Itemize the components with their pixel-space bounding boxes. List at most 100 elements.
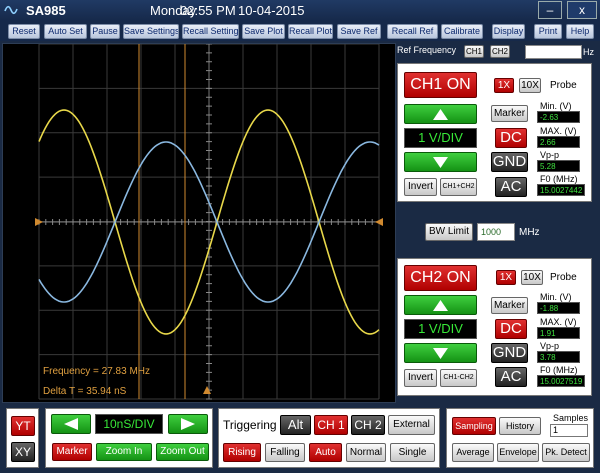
time-label: 02:55 PM: [180, 3, 236, 18]
ch2-dc-button[interactable]: DC: [495, 319, 527, 339]
ch2-vdiv-display: 1 V/DIV: [404, 319, 477, 339]
ch2-f0-value: 15.0027519: [537, 375, 585, 387]
ch1-vdiv-display: 1 V/DIV: [404, 128, 477, 148]
save-settings-button[interactable]: Save Settings: [123, 24, 179, 39]
recall-plot-button[interactable]: Recall Plot: [288, 24, 333, 39]
app-title: SA985: [26, 3, 66, 18]
auto-set-button[interactable]: Auto Set: [44, 24, 87, 39]
ch2-marker-button[interactable]: Marker: [491, 297, 528, 314]
ch1-max-label: MAX. (V): [540, 126, 577, 136]
ch1-on-button[interactable]: CH1 ON: [404, 72, 477, 98]
ref-frequency-label: Ref Frequency: [397, 45, 457, 55]
trigger-external-button[interactable]: External: [388, 415, 435, 435]
arrow-up-icon: [433, 300, 448, 311]
arrow-up-icon: [433, 109, 448, 120]
help-button[interactable]: Help: [566, 24, 594, 39]
ch2-ac-button[interactable]: AC: [495, 367, 527, 387]
recall-ref-button[interactable]: Recall Ref: [387, 24, 438, 39]
ch2-on-button[interactable]: CH2 ON: [404, 265, 477, 291]
arrow-down-icon: [433, 157, 448, 168]
ch1-probe-10x-button[interactable]: 10X: [519, 78, 541, 93]
bw-limit-button[interactable]: BW Limit: [425, 223, 473, 241]
ch2-max-label: MAX. (V): [540, 317, 577, 327]
close-button[interactable]: x: [567, 1, 597, 19]
xy-mode-button[interactable]: XY: [11, 442, 35, 462]
ref-ch1-button[interactable]: CH1: [464, 45, 484, 58]
ch1-vdiv-down-button[interactable]: [404, 152, 477, 172]
ch1-dc-button[interactable]: DC: [495, 128, 527, 148]
triggering-label: Triggering: [223, 418, 277, 432]
ch2-max-value: 1.91: [537, 327, 580, 339]
delta-t-readout: Delta T = 35.94 nS: [43, 386, 127, 397]
arrow-right-icon: [181, 418, 195, 430]
time-marker-button[interactable]: Marker: [52, 443, 92, 461]
ch1-vdiv-up-button[interactable]: [404, 104, 477, 124]
ch2-invert-button[interactable]: Invert: [404, 369, 437, 387]
samples-label: Samples: [553, 413, 589, 423]
pk-detect-button[interactable]: Pk. Detect: [542, 443, 590, 462]
save-ref-button[interactable]: Save Ref: [337, 24, 381, 39]
ch1-vpp-value: 5.28: [537, 160, 580, 172]
samples-input[interactable]: 1: [550, 424, 588, 437]
display-button[interactable]: Display: [492, 24, 525, 39]
ch2-probe-10x-button[interactable]: 10X: [521, 270, 543, 285]
ch1-probe-label: Probe: [550, 80, 577, 91]
ref-frequency-unit: Hz: [583, 47, 594, 57]
ch2-probe-1x-button[interactable]: 1X: [496, 270, 516, 285]
ch2-probe-label: Probe: [550, 272, 577, 283]
history-button[interactable]: History: [499, 417, 541, 435]
scope-display[interactable]: Frequency = 27.83 MHz Delta T = 35.94 nS: [2, 43, 396, 403]
minimize-button[interactable]: –: [538, 1, 562, 19]
ch2-vdiv-down-button[interactable]: [404, 343, 477, 363]
ref-ch2-button[interactable]: CH2: [490, 45, 510, 58]
trigger-ch2-button[interactable]: CH 2: [351, 415, 385, 435]
trigger-ch1-button[interactable]: CH 1: [314, 415, 348, 435]
timebase-display: 10nS/DIV: [95, 414, 163, 434]
ch1-probe-1x-button[interactable]: 1X: [494, 78, 514, 93]
trigger-rising-button[interactable]: Rising: [223, 443, 261, 462]
reset-button[interactable]: Reset: [8, 24, 40, 39]
ref-frequency-input[interactable]: [525, 45, 582, 59]
timebase-right-button[interactable]: [168, 414, 208, 434]
ch2-vpp-label: Vp-p: [540, 341, 560, 351]
ch1-f0-value: 15.0027442: [537, 184, 585, 196]
app-logo-icon: [4, 5, 18, 15]
zoom-in-button[interactable]: Zoom In: [96, 443, 152, 461]
trigger-single-button[interactable]: Single: [390, 443, 435, 462]
ch1-marker-button[interactable]: Marker: [491, 105, 528, 122]
arrow-left-icon: [64, 418, 78, 430]
bw-limit-input[interactable]: 1000: [477, 223, 515, 241]
zoom-out-button[interactable]: Zoom Out: [156, 443, 209, 461]
trigger-auto-button[interactable]: Auto: [309, 443, 342, 462]
ch2-vdiv-up-button[interactable]: [404, 295, 477, 315]
sampling-button[interactable]: Sampling: [452, 417, 496, 435]
average-button[interactable]: Average: [452, 443, 494, 462]
save-plot-button[interactable]: Save Plot: [242, 24, 285, 39]
ch2-vpp-value: 3.78: [537, 351, 580, 363]
ch2-gnd-button[interactable]: GND: [491, 343, 528, 363]
timebase-left-button[interactable]: [51, 414, 91, 434]
ch2-math-button[interactable]: CH1-CH2: [440, 369, 477, 387]
ch1-math-button[interactable]: CH1+CH2: [440, 178, 477, 196]
yt-mode-button[interactable]: YT: [11, 416, 35, 436]
frequency-readout: Frequency = 27.83 MHz: [43, 366, 150, 377]
ch1-f0-label: F0 (MHz): [540, 174, 578, 184]
waveform-plot: [35, 44, 383, 400]
trigger-normal-button[interactable]: Normal: [346, 443, 386, 462]
envelope-button[interactable]: Envelope: [497, 443, 539, 462]
bw-limit-unit: MHz: [519, 227, 540, 238]
print-button[interactable]: Print: [534, 24, 562, 39]
date-label: 10-04-2015: [238, 3, 305, 18]
ch2-min-label: Min. (V): [540, 292, 572, 302]
ch1-max-value: 2.66: [537, 136, 580, 148]
pause-button[interactable]: Pause: [90, 24, 120, 39]
trigger-falling-button[interactable]: Falling: [265, 443, 305, 462]
ch1-gnd-button[interactable]: GND: [491, 152, 528, 172]
calibrate-button[interactable]: Calibrate: [441, 24, 483, 39]
ch1-invert-button[interactable]: Invert: [404, 178, 437, 196]
trigger-alt-button[interactable]: Alt: [280, 415, 311, 435]
recall-settings-button[interactable]: Recall Settings: [182, 24, 239, 39]
ch2-f0-label: F0 (MHz): [540, 365, 578, 375]
arrow-down-icon: [433, 348, 448, 359]
ch1-ac-button[interactable]: AC: [495, 177, 527, 197]
